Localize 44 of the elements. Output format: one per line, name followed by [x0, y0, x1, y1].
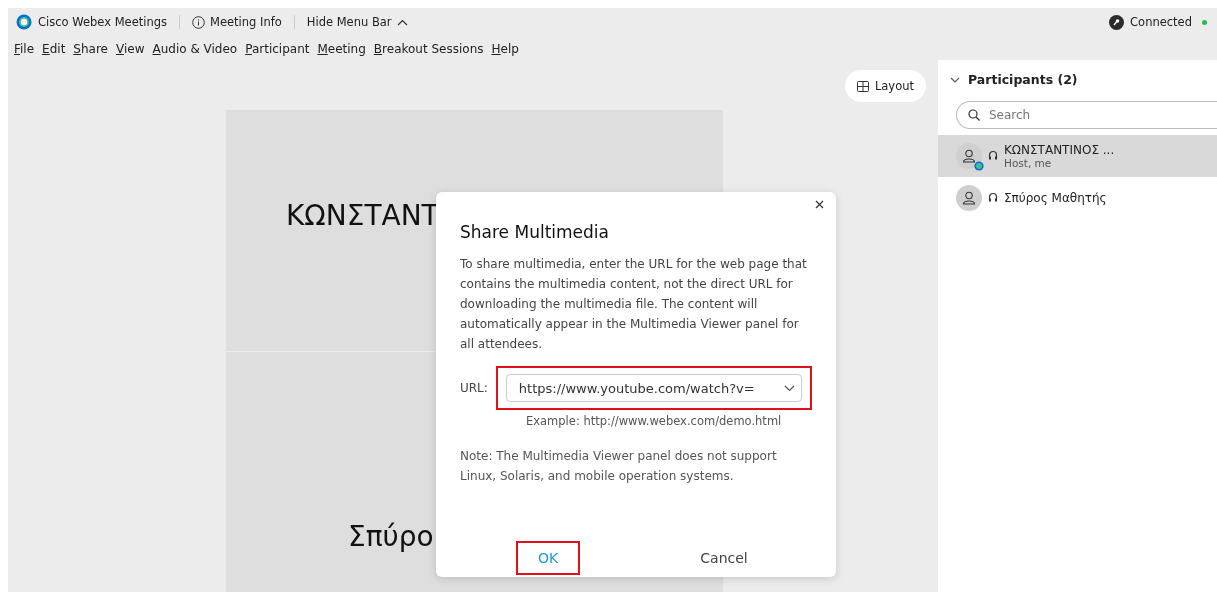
example-text: Example: http://www.webex.com/demo.html	[526, 414, 783, 428]
search-field[interactable]: Search	[956, 101, 1217, 129]
dialog-description: To share multimedia, enter the URL for the web page that contains the multimedia content, not the direct URL for downloading the multimedia file. The content will automatically appear in the Multimedia Viewer panel for all attendees.	[460, 256, 808, 353]
dialog-title: Share Multimedia	[460, 222, 610, 242]
participant-row[interactable]: ΚΩΝΣΤΑΝΤΙΝΟΣ ... Host, me	[938, 135, 1217, 177]
menu-item[interactable]: Participant	[241, 42, 314, 56]
person-icon	[962, 149, 976, 163]
chevron-down-icon	[783, 384, 795, 392]
person-icon	[962, 191, 976, 205]
app-name: Cisco Webex Meetings	[38, 15, 167, 29]
headset-icon	[988, 192, 998, 204]
url-label: URL:	[460, 381, 488, 395]
participant-row[interactable]: Σπύρος Μαθητής	[938, 177, 1217, 219]
url-combobox[interactable]: https://www.youtube.com/watch?v=	[505, 374, 802, 402]
info-icon	[192, 15, 205, 29]
participant-name: Σπύρος Μαθητής	[1004, 191, 1107, 205]
status-dot	[1202, 19, 1207, 25]
chevron-up-icon	[396, 18, 408, 26]
note-text: Note: The Multimedia Viewer panel does not support Linux, Solaris, and mobile operation systems.	[460, 448, 778, 485]
grid-icon	[856, 80, 869, 92]
menu-item[interactable]: View	[112, 42, 149, 56]
connection-status: Connected	[1130, 15, 1192, 29]
menu-item[interactable]: Edit	[38, 42, 70, 56]
participant-role: Host, me	[1004, 157, 1053, 169]
participants-header[interactable]: Participants (2)	[938, 60, 1217, 99]
menu-item[interactable]: Help	[487, 42, 523, 56]
headset-icon	[988, 150, 998, 162]
search-icon	[968, 109, 980, 121]
key-icon	[1109, 14, 1125, 30]
hide-menu-button[interactable]: Hide Menu Bar	[306, 15, 408, 29]
menu-item[interactable]: Meeting	[313, 42, 370, 56]
tile-name: Σπύρο	[348, 520, 434, 554]
cancel-button[interactable]: Cancel	[680, 547, 768, 569]
participant-name: ΚΩΝΣΤΑΝΤΙΝΟΣ ...	[1004, 143, 1115, 157]
menu-item[interactable]: File	[10, 42, 39, 56]
menu-item[interactable]: Share	[69, 42, 112, 56]
webex-logo-icon	[16, 14, 32, 30]
tile-name: ΚΩΝΣΤΑΝΤ	[286, 198, 439, 232]
close-button[interactable]	[813, 198, 826, 211]
close-icon	[815, 200, 824, 209]
meeting-info-button[interactable]: Meeting Info	[192, 15, 282, 29]
menu-item[interactable]: Breakout Sessions	[369, 42, 488, 56]
menu-item[interactable]: Audio & Video	[148, 42, 242, 56]
layout-button[interactable]: Layout	[844, 70, 926, 102]
